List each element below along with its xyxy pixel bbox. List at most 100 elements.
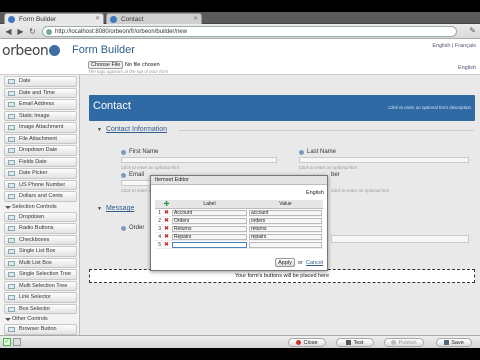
toolbox-item-label: Link Selector xyxy=(19,294,51,300)
label-input[interactable]: Account xyxy=(172,209,247,216)
back-icon[interactable]: ◀ xyxy=(3,26,14,37)
control-type-icon xyxy=(8,194,15,199)
test-button[interactable]: Test xyxy=(336,338,374,347)
address-bar[interactable]: http://localhost:8080/orbeon/fr/orbeon/b… xyxy=(42,26,457,37)
last-name-label[interactable]: Last Name xyxy=(307,149,336,155)
language-selector[interactable]: English | Français xyxy=(432,43,476,49)
delete-row-icon[interactable]: ✖ xyxy=(162,240,171,249)
toolbox-item[interactable]: Dropdown xyxy=(4,211,77,222)
label-input[interactable] xyxy=(172,241,247,248)
toolbox-item[interactable]: Box Selector xyxy=(4,303,77,314)
delete-row-icon[interactable]: ✖ xyxy=(162,232,171,241)
toolbox-item[interactable]: Dropdown Date xyxy=(4,145,77,156)
cancel-link[interactable]: Cancel xyxy=(306,260,323,266)
label-input[interactable]: Returns xyxy=(172,225,247,232)
toolbox-item[interactable]: Image Attachment xyxy=(4,122,77,133)
selection-controls-header[interactable]: Selection Controls xyxy=(0,203,79,212)
first-name-hint[interactable]: Click to enter an optional hint xyxy=(121,165,179,170)
toolbox-item[interactable]: Radio Buttons xyxy=(4,223,77,234)
toolbox-item[interactable]: Multi Selection Tree xyxy=(4,280,77,291)
choose-file-button[interactable]: Choose File xyxy=(88,61,124,69)
other-controls-header[interactable]: Other Controls xyxy=(0,315,79,324)
toolbox-item[interactable]: Checkboxes xyxy=(4,234,77,245)
order-label[interactable]: Order xyxy=(129,225,144,231)
value-input[interactable]: returns xyxy=(248,225,322,232)
label-cell xyxy=(171,240,248,249)
toolbox-item[interactable]: Single List Box xyxy=(4,246,77,257)
section-message[interactable]: Message xyxy=(97,205,134,212)
label-input[interactable]: Repairs xyxy=(172,233,247,240)
control-type-icon xyxy=(8,249,15,254)
value-input[interactable]: account xyxy=(248,209,322,216)
value-input[interactable] xyxy=(248,241,322,248)
email-label[interactable]: Email xyxy=(129,172,144,178)
delete-row-icon[interactable]: ✖ xyxy=(162,216,171,225)
toolbox-item[interactable]: Link Selector xyxy=(4,292,77,303)
row-number: 2 xyxy=(155,216,162,225)
control-type-icon xyxy=(8,260,15,266)
value-cell: returns xyxy=(247,224,323,233)
publish-button[interactable]: Publish xyxy=(384,338,424,347)
label-input[interactable]: Orders xyxy=(172,217,247,224)
last-name-input[interactable] xyxy=(299,157,469,163)
order-dropdown[interactable] xyxy=(331,235,469,243)
add-item-icon[interactable]: ✚ xyxy=(164,201,170,208)
logo-upload: Choose File No file chosen xyxy=(88,61,160,69)
toolbox-item[interactable]: Multi List Box xyxy=(4,257,77,268)
toolbox-item[interactable]: Browser Button xyxy=(4,324,77,335)
control-type-icon xyxy=(8,90,15,96)
toolbox-item[interactable]: Static Image xyxy=(4,110,77,121)
value-cell: repairs xyxy=(247,232,323,241)
form-language[interactable]: English xyxy=(458,65,476,71)
reload-icon[interactable]: ↻ xyxy=(27,26,38,37)
delete-row-icon[interactable]: ✖ xyxy=(162,224,171,233)
value-input[interactable]: repairs xyxy=(248,233,322,240)
close-button-label: Close xyxy=(303,340,318,346)
control-handle-icon[interactable] xyxy=(121,226,126,231)
tab-contact[interactable]: Contact ✕ xyxy=(106,13,202,24)
toolbox-item[interactable]: Single Selection Tree xyxy=(4,269,77,280)
control-type-icon xyxy=(8,182,15,188)
control-handle-icon[interactable] xyxy=(121,173,126,178)
apply-button[interactable]: Apply xyxy=(275,258,295,267)
save-button[interactable]: Save xyxy=(436,338,472,347)
phone-hint[interactable]: Click to enter an optional hint xyxy=(331,188,389,193)
tab-form-builder[interactable]: Form Builder ✕ xyxy=(4,13,104,24)
toolbox-item[interactable]: Dollars and Cents xyxy=(4,191,77,202)
form-title-bar[interactable]: Contact Click to enter an optional form … xyxy=(89,95,475,121)
row-number-header xyxy=(155,200,162,209)
wrench-icon[interactable]: ✎ xyxy=(469,26,476,35)
toolbox-item[interactable]: US Phone Number xyxy=(4,179,77,190)
control-handle-icon[interactable] xyxy=(121,150,126,155)
control-handle-icon[interactable] xyxy=(299,150,304,155)
toolbox-item-label: Radio Buttons xyxy=(19,225,54,231)
email-input[interactable] xyxy=(121,180,151,186)
section-contact-information[interactable]: Contact Information xyxy=(97,126,167,133)
or-text: or xyxy=(298,260,303,266)
row-number: 1 xyxy=(155,208,162,217)
url-text: http://localhost:8080/orbeon/fr/orbeon/b… xyxy=(55,29,188,35)
toolbox-item[interactable]: Date xyxy=(4,76,77,87)
value-input[interactable]: orders xyxy=(248,217,322,224)
toolbox-item[interactable]: Email Address xyxy=(4,99,77,110)
toolbox-item-label: US Phone Number xyxy=(19,181,66,188)
close-button[interactable]: Close xyxy=(288,338,326,347)
form-description-hint[interactable]: Click to enter an optional form descript… xyxy=(388,105,471,110)
form-title[interactable]: Contact xyxy=(93,100,131,112)
browser-tab-bar: Form Builder ✕ Contact ✕ xyxy=(0,12,480,24)
dialog-language[interactable]: English xyxy=(306,190,324,196)
accessibility-icon[interactable] xyxy=(13,338,21,346)
toolbox-item[interactable]: Date and Time xyxy=(4,87,77,98)
toolbox-item[interactable]: Fields Date xyxy=(4,156,77,167)
first-name-input[interactable] xyxy=(121,157,277,163)
toolbox-item-label: Image Attachment xyxy=(19,124,64,130)
toolbox-item[interactable]: File Attachment xyxy=(4,133,77,144)
delete-row-icon[interactable]: ✖ xyxy=(162,208,171,217)
phone-number-label[interactable]: ber xyxy=(331,172,340,178)
first-name-label[interactable]: First Name xyxy=(129,149,158,155)
toolbox-sidebar: Date Date and Time Email Address Static Ima… xyxy=(0,75,80,335)
last-name-hint[interactable]: Click to enter an optional hint xyxy=(299,165,357,170)
toolbox-item[interactable]: Date Picker xyxy=(4,168,77,179)
forward-icon[interactable]: ▶ xyxy=(15,26,26,37)
value-cell: orders xyxy=(247,216,323,225)
